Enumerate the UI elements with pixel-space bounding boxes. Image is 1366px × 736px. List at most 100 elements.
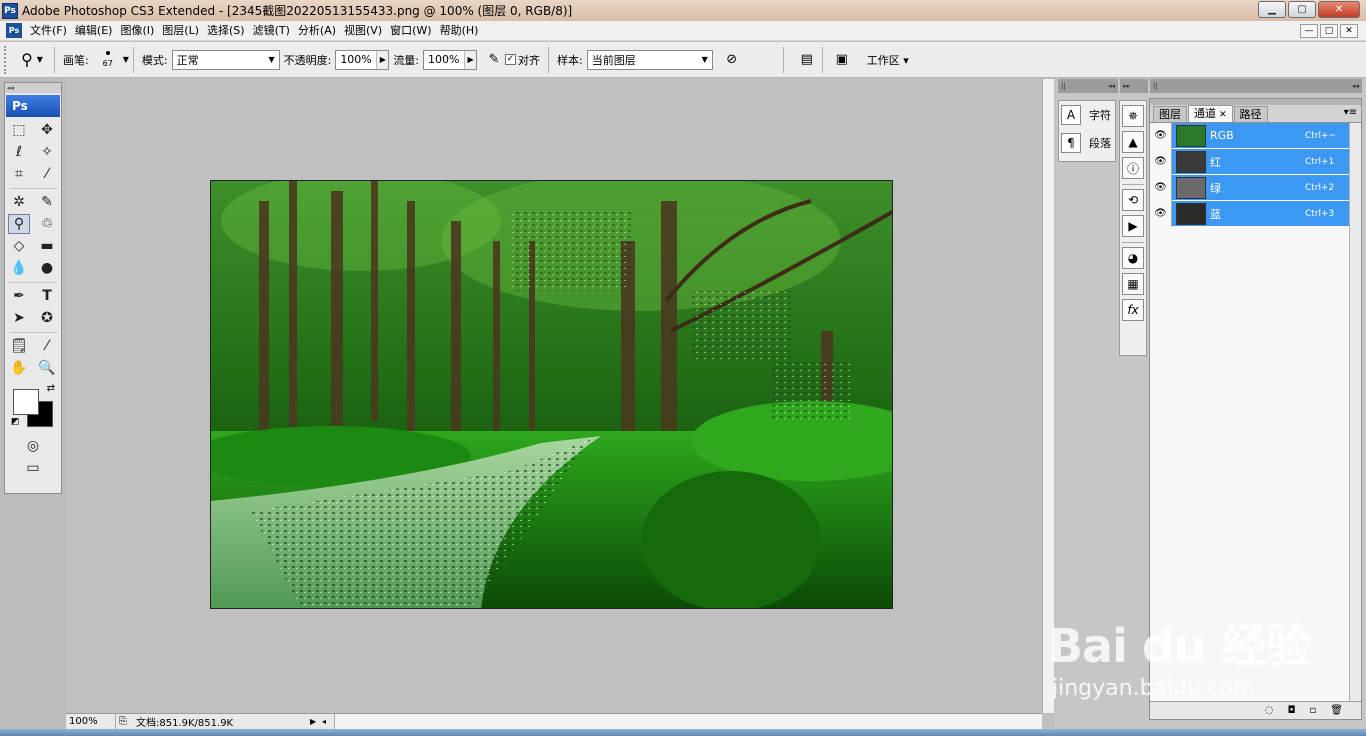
brush-picker[interactable]: 67: [93, 45, 123, 75]
delete-channel-icon[interactable]: 🗑: [1330, 705, 1343, 716]
new-channel-icon[interactable]: ▫: [1310, 705, 1317, 716]
notes-tool-icon[interactable]: 🗒: [8, 336, 30, 356]
toolbox-ps-badge[interactable]: Ps: [6, 95, 60, 117]
foreground-color-swatch[interactable]: [13, 389, 39, 415]
swatches-icon[interactable]: ▦: [1122, 273, 1144, 295]
menu-layer[interactable]: 图层(L): [158, 21, 203, 41]
eye-icon[interactable]: 👁: [1150, 174, 1172, 201]
photoshop-menu-icon[interactable]: Ps: [6, 23, 22, 38]
clone-stamp-tool-icon[interactable]: ⚲: [8, 214, 30, 234]
color-palette-icon[interactable]: ◕: [1122, 247, 1144, 269]
menu-view[interactable]: 视图(V): [340, 21, 386, 41]
doc-restore-button[interactable]: ▢: [1320, 24, 1338, 38]
tab-layers[interactable]: 图层: [1153, 106, 1187, 122]
tool-preset-picker[interactable]: ⚲ ▼: [14, 46, 50, 74]
path-selection-tool-icon[interactable]: ➤: [8, 308, 30, 328]
slice-tool-icon[interactable]: ⁄: [36, 164, 58, 184]
lasso-tool-icon[interactable]: ℓ: [8, 142, 30, 162]
zoom-level[interactable]: 100%: [66, 714, 116, 729]
navigator-icon[interactable]: ✵: [1122, 105, 1144, 127]
chevron-right-icon[interactable]: ▶: [376, 50, 389, 69]
palette-well-icon[interactable]: ▤: [796, 49, 818, 71]
vertical-scrollbar[interactable]: [1042, 79, 1054, 713]
hand-tool-icon[interactable]: ✋: [8, 358, 30, 378]
histogram-icon[interactable]: ▲: [1122, 131, 1144, 153]
airbrush-icon[interactable]: ✎: [483, 49, 505, 71]
save-selection-icon[interactable]: ◘: [1288, 705, 1296, 716]
dodge-tool-icon[interactable]: ●: [36, 258, 58, 278]
panel-scrollbar[interactable]: [1349, 123, 1361, 701]
sample-select[interactable]: 当前图层 ▼: [586, 49, 713, 70]
pen-tool-icon[interactable]: ✒: [8, 286, 30, 306]
zoom-tool-icon[interactable]: 🔍: [36, 358, 58, 378]
doc-close-button[interactable]: ✕: [1340, 24, 1358, 38]
channel-row-rgb[interactable]: 👁 RGB Ctrl+~: [1150, 122, 1361, 149]
menu-filter[interactable]: 滤镜(T): [249, 21, 294, 41]
document-image[interactable]: [210, 180, 893, 609]
actions-icon[interactable]: ▶: [1122, 215, 1144, 237]
magic-wand-tool-icon[interactable]: ✧: [36, 142, 58, 162]
chevron-right-icon[interactable]: ▶: [464, 50, 477, 69]
styles-fx-icon[interactable]: fx: [1122, 299, 1144, 321]
character-panel-button[interactable]: A 字符: [1059, 101, 1115, 129]
custom-shape-tool-icon[interactable]: ✪: [36, 308, 58, 328]
menu-edit[interactable]: 编辑(E): [71, 21, 117, 41]
dock-top-handle[interactable]: || ◂◂: [1150, 79, 1362, 93]
channel-row-blue[interactable]: 👁 蓝 Ctrl+3: [1150, 200, 1361, 227]
close-button[interactable]: ✕: [1318, 1, 1360, 18]
gradient-tool-icon[interactable]: ▬: [36, 236, 58, 256]
history-icon[interactable]: ⟲: [1122, 189, 1144, 211]
flow-field[interactable]: 100% ▶: [423, 49, 478, 70]
crop-tool-icon[interactable]: ⌗: [8, 164, 30, 184]
type-tool-icon[interactable]: T: [36, 286, 58, 306]
toolbox-collapse-icon[interactable]: ◂◂: [5, 83, 61, 93]
quick-mask-icon[interactable]: ◎: [22, 436, 44, 456]
horizontal-scrollbar[interactable]: [334, 714, 1042, 729]
load-selection-icon[interactable]: ◌: [1265, 705, 1274, 716]
eraser-tool-icon[interactable]: ◇: [8, 236, 30, 256]
brush-tool-icon[interactable]: ✎: [36, 192, 58, 212]
ignore-adjustment-layers-icon[interactable]: ⊘: [721, 49, 743, 71]
panel-menu-icon[interactable]: ▾≡: [1344, 107, 1357, 118]
tab-paths[interactable]: 路径: [1233, 106, 1268, 122]
swap-colors-icon[interactable]: ⇄: [47, 383, 55, 394]
eye-icon[interactable]: 👁: [1150, 200, 1172, 227]
eyedropper-tool-icon[interactable]: ⁄: [36, 336, 58, 356]
menu-file[interactable]: 文件(F): [26, 21, 71, 41]
mode-select[interactable]: 正常 ▼: [171, 49, 280, 70]
healing-brush-tool-icon[interactable]: ✲: [8, 192, 30, 212]
align-checkbox[interactable]: ✓: [505, 54, 517, 65]
go-to-bridge-icon[interactable]: ▣: [831, 49, 853, 71]
dock-collapse-handle[interactable]: || ◂◂: [1058, 79, 1118, 93]
workspace-menu[interactable]: 工作区 ▾: [867, 52, 909, 68]
marquee-tool-icon[interactable]: ⬚: [8, 120, 30, 140]
eye-icon[interactable]: 👁: [1150, 122, 1172, 149]
options-grip[interactable]: [4, 45, 10, 74]
channel-row-red[interactable]: 👁 红 Ctrl+1: [1150, 148, 1361, 175]
screen-mode-icon[interactable]: ▭: [15, 458, 51, 478]
scroll-left-icon[interactable]: ◂: [322, 717, 334, 726]
status-export-icon[interactable]: ⎘: [116, 716, 130, 727]
close-icon[interactable]: ✕: [1219, 110, 1227, 120]
move-tool-icon[interactable]: ✥: [36, 120, 58, 140]
menu-select[interactable]: 选择(S): [203, 21, 249, 41]
maximize-button[interactable]: ▢: [1288, 1, 1316, 18]
blur-tool-icon[interactable]: 💧: [8, 258, 30, 278]
menu-help[interactable]: 帮助(H): [436, 21, 483, 41]
menu-image[interactable]: 图像(I): [116, 21, 158, 41]
history-brush-tool-icon[interactable]: ♲: [36, 214, 58, 234]
minimize-button[interactable]: ▁: [1258, 1, 1286, 18]
paragraph-panel-button[interactable]: ¶ 段落: [1059, 129, 1115, 157]
menu-window[interactable]: 窗口(W): [386, 21, 435, 41]
opacity-field[interactable]: 100% ▶: [335, 49, 390, 70]
doc-minimize-button[interactable]: —: [1300, 24, 1318, 38]
info-icon[interactable]: ⓘ: [1122, 157, 1144, 179]
status-menu-arrow-icon[interactable]: ▶: [310, 717, 322, 726]
default-colors-icon[interactable]: ◩: [11, 417, 20, 427]
menu-analysis[interactable]: 分析(A): [294, 21, 340, 41]
channel-row-green[interactable]: 👁 绿 Ctrl+2: [1150, 174, 1361, 201]
tab-channels[interactable]: 通道 ✕: [1188, 105, 1233, 122]
chevron-down-icon[interactable]: ▼: [123, 55, 129, 64]
eye-icon[interactable]: 👁: [1150, 148, 1172, 175]
dock-expand-handle[interactable]: ▸▸: [1120, 79, 1148, 93]
